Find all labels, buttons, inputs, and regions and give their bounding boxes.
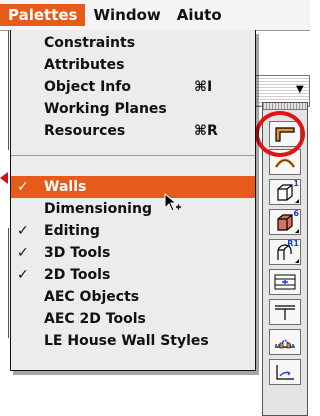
menu-item-shortcut: ⌘R: [194, 123, 218, 139]
menu-item-constraints[interactable]: Constraints: [11, 32, 255, 54]
palette-drag-handle[interactable]: [263, 103, 307, 110]
menu-item-dimensioning[interactable]: Dimensioning: [11, 198, 255, 220]
tool-badge: 6: [293, 209, 299, 218]
menu-item-label: Walls: [44, 179, 87, 195]
flyout-indicator-icon: [295, 259, 299, 263]
menu-item-object-info[interactable]: Object Info ⌘I: [11, 76, 255, 98]
stair-icon: [276, 365, 294, 380]
menu-item-label: Constraints: [44, 35, 136, 51]
menu-item-label: AEC Objects: [44, 289, 140, 305]
menu-item-label: Editing: [44, 223, 100, 239]
menu-item-label: Working Planes: [44, 101, 167, 117]
column-tool-button[interactable]: 1: [269, 179, 301, 205]
roof-tool-button[interactable]: R1: [269, 239, 301, 265]
flyout-indicator-icon: [295, 199, 299, 203]
annotation-arrow-icon: [0, 172, 8, 184]
menu-bar: Palettes Window Aiuto: [0, 0, 310, 31]
menu-item-label: Object Info: [44, 79, 131, 95]
menu-item-aec-2d-tools[interactable]: AEC 2D Tools: [11, 308, 255, 330]
menu-item-working-planes[interactable]: Working Planes: [11, 98, 255, 120]
menu-item-editing[interactable]: ✓ Editing: [11, 220, 255, 242]
door-icon: [275, 305, 295, 320]
wall-join-button[interactable]: [269, 329, 301, 355]
door-tool-button[interactable]: [269, 299, 301, 325]
floor-tool-button[interactable]: 6: [269, 209, 301, 235]
palettes-menu: Constraints Attributes Object Info ⌘I Wo…: [10, 30, 256, 371]
checkmark-icon: ✓: [17, 179, 29, 195]
checkmark-icon: ✓: [17, 245, 29, 261]
menu-item-resources[interactable]: Resources ⌘R: [11, 120, 255, 142]
menu-item-label: Attributes: [44, 57, 125, 73]
menu-palettes[interactable]: Palettes: [0, 4, 86, 26]
dropdown-arrow-icon: ▼: [296, 84, 304, 95]
menu-item-2d-tools[interactable]: ✓ 2D Tools: [11, 264, 255, 286]
flyout-indicator-icon: [295, 229, 299, 233]
menu-item-walls[interactable]: ✓ Walls: [11, 176, 255, 198]
tool-badge: R1: [287, 239, 299, 248]
tool-badge: 1: [293, 179, 299, 188]
menu-item-label: Resources: [44, 123, 126, 139]
menu-item-3d-tools[interactable]: ✓ 3D Tools: [11, 242, 255, 264]
menu-separator: [11, 155, 255, 156]
menu-item-label: AEC 2D Tools: [44, 311, 146, 327]
stair-tool-button[interactable]: [269, 359, 301, 385]
menu-item-label: 2D Tools: [44, 267, 111, 283]
checkmark-icon: ✓: [17, 267, 29, 283]
background-window-edge: [8, 228, 9, 338]
checkmark-icon: ✓: [17, 223, 29, 239]
menu-aiuto[interactable]: Aiuto: [169, 4, 230, 26]
menu-item-label: 3D Tools: [44, 245, 111, 261]
menu-item-le-house-wall-styles[interactable]: LE House Wall Styles: [11, 330, 255, 352]
menu-window[interactable]: Window: [85, 4, 168, 26]
menu-item-label: Dimensioning: [44, 201, 152, 217]
background-window-edge: [8, 30, 9, 150]
menu-item-label: LE House Wall Styles: [44, 333, 209, 349]
mouse-pointer-icon: [164, 193, 181, 212]
wall-join-icon: [275, 339, 295, 349]
menu-item-attributes[interactable]: Attributes: [11, 54, 255, 76]
window-tool-button[interactable]: [269, 269, 301, 295]
window-icon: [274, 274, 296, 290]
menu-item-shortcut: ⌘I: [194, 79, 213, 95]
annotation-highlight-circle: [255, 111, 305, 157]
menu-item-aec-objects[interactable]: AEC Objects: [11, 286, 255, 308]
